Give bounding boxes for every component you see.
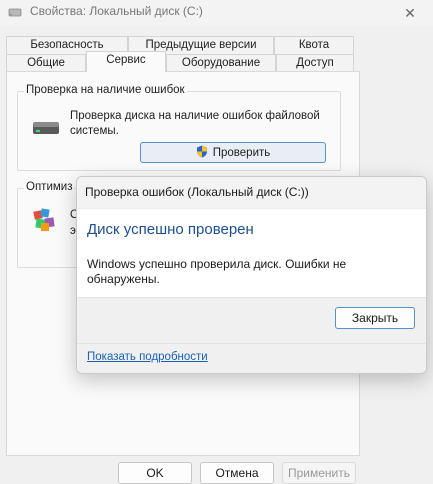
apply-button[interactable]: Применить <box>282 462 356 484</box>
tab-sharing[interactable]: Доступ <box>276 54 354 72</box>
drive-properties-icon <box>8 5 22 19</box>
window-titlebar: Свойства: Локальный диск (C:) ✕ <box>0 0 433 26</box>
error-check-description: Проверка диска на наличие ошибок файлово… <box>70 109 320 139</box>
show-details-link[interactable]: Показать подробности <box>87 351 208 363</box>
check-button[interactable]: Проверить <box>140 142 326 163</box>
tab-quota[interactable]: Квота <box>274 36 354 54</box>
uac-shield-icon <box>196 145 208 161</box>
dialog-close-button[interactable]: Закрыть <box>335 307 415 329</box>
error-check-description-line1: Проверка диска на наличие ошибок файлово… <box>70 110 320 122</box>
cancel-button[interactable]: Отмена <box>200 462 274 484</box>
tab-hardware[interactable]: Оборудование <box>166 54 276 72</box>
defrag-icon <box>32 207 58 236</box>
ok-button[interactable]: OK <box>118 462 192 484</box>
dialog-titlebar: Проверка ошибок (Локальный диск (C:)) <box>77 177 426 209</box>
tab-tools[interactable]: Сервис <box>86 51 166 72</box>
tab-general[interactable]: Общие <box>6 54 86 72</box>
dialog-title: Проверка ошибок (Локальный диск (C:)) <box>85 185 309 199</box>
window-close-button[interactable]: ✕ <box>387 0 433 26</box>
window-title: Свойства: Локальный диск (C:) <box>30 4 203 18</box>
error-check-group-title: Проверка на наличие ошибок <box>24 84 187 96</box>
optimize-description-partial-2: э <box>70 225 76 237</box>
dialog-heading: Диск успешно проверен <box>87 221 254 238</box>
check-button-label: Проверить <box>212 146 271 159</box>
error-check-group: Проверка на наличие ошибок Проверка диск… <box>17 84 341 171</box>
check-result-dialog: Проверка ошибок (Локальный диск (C:)) Ди… <box>76 176 427 374</box>
dialog-message: Windows успешно проверила диск. Ошибки н… <box>87 257 347 286</box>
error-check-description-line2: системы. <box>70 125 119 137</box>
hard-drive-icon <box>32 119 60 140</box>
optimize-group-title: Оптимиз <box>24 181 75 193</box>
